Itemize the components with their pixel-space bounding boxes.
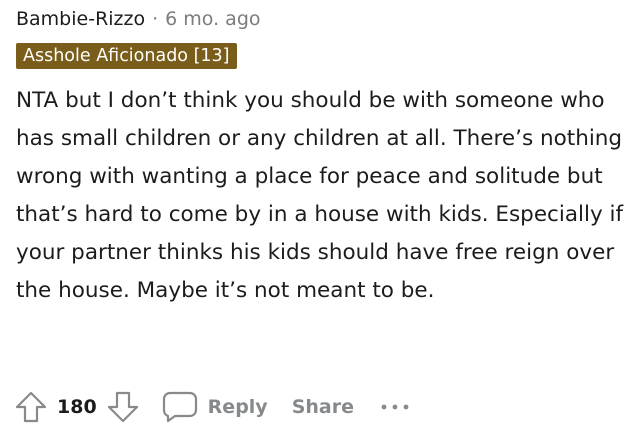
comment-action-bar: 180 Reply Share [14,388,410,426]
ellipsis-icon [380,402,410,412]
reply-label: Reply [207,396,268,418]
comment-timestamp[interactable]: 6 mo. ago [165,6,260,32]
comment-body: NTA but I don’t think you should be with… [16,88,624,303]
vote-count: 180 [57,396,97,418]
more-options-button[interactable] [380,402,410,412]
downvote-arrow-icon[interactable] [106,390,140,424]
speech-bubble-icon [162,390,198,424]
meta-separator: · [152,8,159,30]
share-button[interactable]: Share [292,396,354,418]
comment-meta: Bambie-Rizzo · 6 mo. ago [16,6,636,32]
comment: Bambie-Rizzo · 6 mo. ago Asshole Aficion… [16,6,636,310]
upvote-arrow-icon[interactable] [14,390,48,424]
author-username[interactable]: Bambie-Rizzo [16,6,145,32]
reply-button[interactable]: Reply [162,390,268,424]
user-flair-badge: Asshole Aficionado [13] [16,43,237,69]
